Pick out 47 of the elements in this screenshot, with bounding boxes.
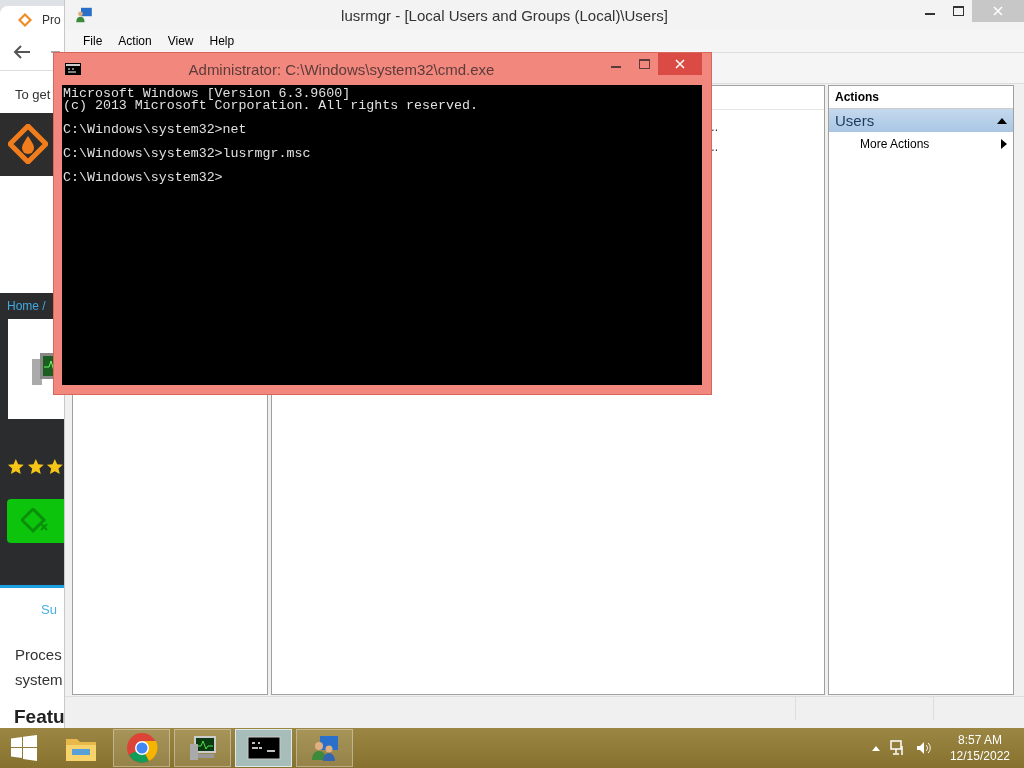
windows-logo-icon — [11, 735, 37, 761]
close-icon — [993, 6, 1003, 16]
clock-date: 12/15/2022 — [949, 748, 1010, 764]
back-icon[interactable] — [13, 44, 31, 61]
menu-item[interactable]: File — [75, 30, 111, 52]
action-item[interactable]: More Actions — [829, 132, 1013, 156]
tab-title: Pro — [42, 13, 61, 28]
diamond-logo-icon — [18, 13, 32, 28]
window-title: Administrator: C:\Windows\system32\cmd.exe — [187, 60, 496, 78]
menu-item[interactable]: Help — [201, 30, 243, 52]
chrome-icon — [125, 732, 158, 764]
clock-time: 8:57 AM — [957, 732, 1002, 748]
menu-item[interactable]: View — [159, 30, 202, 52]
users-icon — [309, 734, 340, 762]
action-label: More Actions — [860, 137, 930, 151]
console-line: C:\Windows\system32> — [63, 172, 224, 184]
browser-tab[interactable]: Pro — [0, 5, 64, 35]
console-line: Microsoft Windows [Version 6.3.9600] — [63, 88, 352, 100]
console-icon — [246, 736, 281, 760]
volume-icon[interactable] — [915, 741, 932, 755]
console-line: C:\Windows\system32>lusrmgr.msc — [63, 148, 312, 160]
taskbar-app[interactable] — [235, 729, 292, 767]
console-line: C:\Windows\system32>net — [63, 124, 248, 136]
paragraph-line: system — [15, 670, 64, 690]
collapse-icon[interactable] — [997, 117, 1007, 124]
window-title: lusrmgr - [Local Users and Groups (Local)\Users] — [340, 6, 669, 24]
notice-text: To get — [14, 85, 52, 104]
download-button[interactable] — [7, 498, 64, 543]
menu-item[interactable]: Action — [110, 30, 160, 52]
section-label: Users — [835, 112, 875, 129]
maximize-icon[interactable] — [952, 6, 964, 16]
logo-icon[interactable] — [8, 124, 48, 165]
actions-section[interactable]: Users — [829, 109, 1013, 132]
submenu-arrow-icon — [1001, 139, 1007, 149]
users-icon — [75, 6, 93, 24]
breadcrumb-link[interactable]: Home / — [7, 298, 46, 313]
console-icon — [65, 63, 81, 75]
section-heading: Featu — [13, 705, 64, 728]
network-icon[interactable] — [889, 740, 906, 756]
monitor-icon — [187, 734, 218, 762]
show-hidden-icon[interactable] — [871, 745, 880, 751]
paragraph-line: Proces — [15, 645, 63, 665]
clock[interactable]: 8:57 AM 12/15/2022 — [949, 732, 1010, 764]
close-icon — [675, 59, 685, 69]
download-logo-icon — [21, 507, 51, 534]
console-line: (c) 2013 Microsoft Corporation. All rights reserved. — [63, 100, 479, 112]
close-button[interactable] — [658, 53, 702, 75]
